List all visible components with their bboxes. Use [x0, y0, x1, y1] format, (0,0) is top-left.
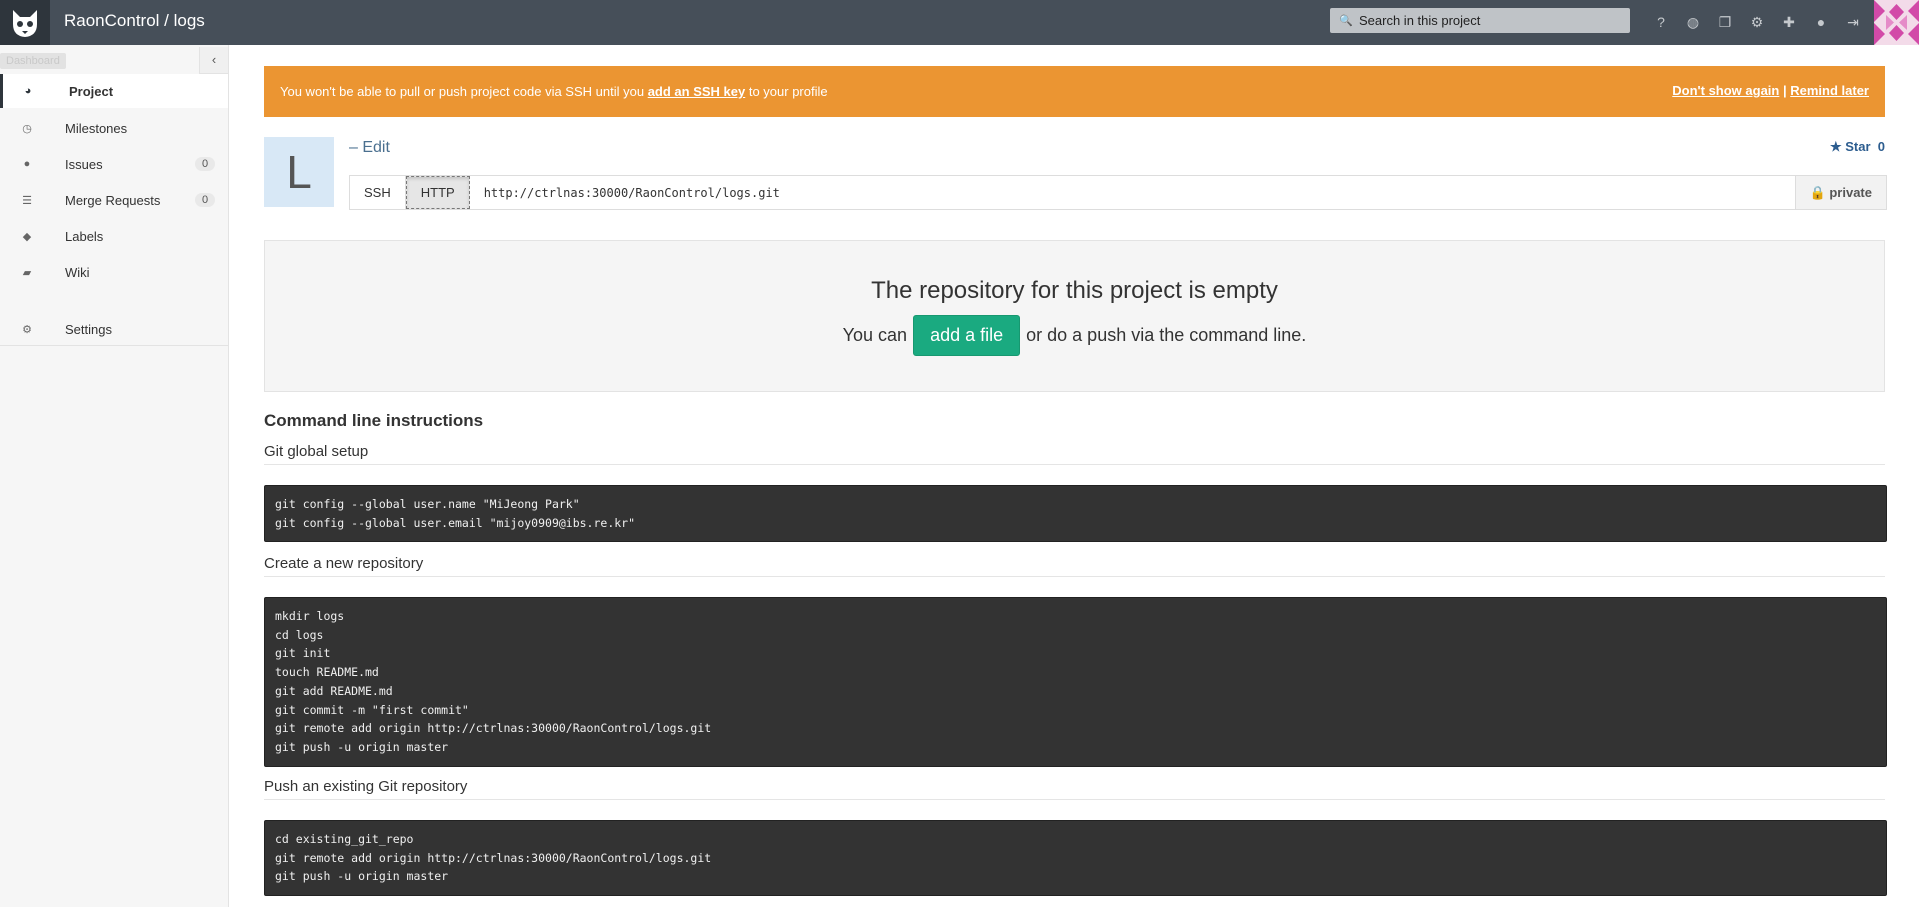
http-button[interactable]: HTTP: [405, 176, 470, 209]
identicon-icon: [1874, 0, 1919, 45]
section-heading: Push an existing Git repository: [264, 778, 1885, 800]
star-icon: ★: [1829, 139, 1842, 154]
dashboard-icon: ◕: [24, 85, 32, 97]
code-block-new-repo[interactable]: mkdir logs cd logs git init touch README…: [264, 597, 1887, 767]
star-count: 0: [1877, 139, 1885, 154]
alert-text-after: to your profile: [745, 84, 828, 99]
chevron-left-icon: ‹: [211, 52, 217, 67]
star-button[interactable]: ★ Star 0: [1830, 139, 1885, 155]
instructions-title: Command line instructions: [264, 411, 484, 430]
top-header: RaonControl / logs 🔍 ? ◍ ❐ ⚙ ✚ ● ⇥: [0, 0, 1919, 45]
ssh-key-alert: You won't be able to pull or push projec…: [264, 66, 1885, 117]
empty-text-before: You can: [842, 325, 908, 345]
empty-text-after: or do a push via the command line.: [1026, 325, 1307, 345]
sidebar-item-label: Labels: [65, 228, 104, 244]
tooltip-dashboard: Dashboard: [0, 53, 66, 69]
copy-icon[interactable]: ❐: [1709, 12, 1741, 32]
code-block-global-setup[interactable]: git config --global user.name "MiJeong P…: [264, 485, 1887, 543]
remind-later-link[interactable]: Remind later: [1790, 83, 1869, 98]
visibility-badge: 🔒 private: [1794, 176, 1886, 209]
dont-show-again-link[interactable]: Don't show again: [1672, 83, 1779, 98]
book-icon: ▰: [22, 266, 32, 279]
add-ssh-key-link[interactable]: add an SSH key: [648, 84, 746, 99]
lock-icon: 🔒: [1809, 184, 1826, 200]
sidebar-item-merge-requests[interactable]: ☰ Merge Requests 0: [0, 183, 228, 217]
plus-icon[interactable]: ✚: [1773, 12, 1805, 32]
user-icon[interactable]: ●: [1805, 12, 1837, 32]
visibility-label: private: [1829, 185, 1872, 200]
ssh-button[interactable]: SSH: [350, 176, 406, 209]
sidebar: Dashboard ‹ ◕ Project ◷ Milestones ● Iss…: [0, 45, 229, 907]
sidebar-item-labels[interactable]: ◆ Labels: [0, 219, 228, 253]
alert-separator: |: [1782, 83, 1787, 98]
search-input[interactable]: [1357, 12, 1611, 29]
search-box[interactable]: 🔍: [1330, 8, 1630, 33]
globe-icon[interactable]: ◍: [1677, 12, 1709, 32]
project-avatar: L: [264, 137, 334, 207]
sidebar-item-label: Merge Requests: [65, 192, 161, 208]
sidebar-item-wiki[interactable]: ▰ Wiki: [0, 255, 228, 289]
sidebar-item-project[interactable]: ◕ Project: [0, 74, 228, 108]
sidebar-item-label: Issues: [65, 156, 103, 172]
search-icon: 🔍: [1339, 15, 1353, 27]
sign-out-icon[interactable]: ⇥: [1837, 12, 1869, 32]
page-title[interactable]: RaonControl / logs: [64, 11, 205, 31]
alert-text-before: You won't be able to pull or push projec…: [280, 84, 648, 99]
tags-icon: ◆: [22, 230, 32, 243]
tasks-icon: ☰: [22, 194, 32, 207]
sidebar-item-label: Milestones: [65, 120, 128, 136]
edit-project-link[interactable]: – Edit: [349, 139, 390, 157]
sidebar-item-label: Wiki: [65, 264, 90, 280]
section-heading: Git global setup: [264, 443, 1885, 465]
exclamation-circle-icon: ●: [23, 158, 31, 170]
star-label: Star: [1845, 139, 1871, 154]
issues-count-badge: 0: [195, 157, 216, 171]
sidebar-item-settings[interactable]: ⚙ Settings: [0, 312, 228, 346]
help-icon[interactable]: ?: [1645, 12, 1677, 32]
clone-panel: SSH HTTP 🔒 private: [349, 175, 1887, 210]
sidebar-item-issues[interactable]: ● Issues 0: [0, 147, 228, 181]
gitlab-logo[interactable]: [0, 0, 50, 45]
merge-requests-count-badge: 0: [195, 193, 216, 207]
fox-logo-icon: [13, 9, 37, 37]
empty-repo-panel: The repository for this project is empty…: [264, 240, 1885, 392]
code-block-existing-repo[interactable]: cd existing_git_repo git remote add orig…: [264, 820, 1887, 897]
collapse-sidebar-button[interactable]: ‹: [199, 47, 228, 74]
sidebar-item-label: Settings: [65, 321, 112, 337]
user-avatar[interactable]: [1874, 0, 1919, 45]
empty-repo-title: The repository for this project is empty: [871, 277, 1278, 304]
sidebar-item-milestones[interactable]: ◷ Milestones: [0, 111, 228, 145]
cogs-icon: ⚙: [22, 323, 32, 336]
clock-icon: ◷: [22, 122, 32, 135]
sidebar-item-label: Project: [69, 83, 114, 99]
add-file-button[interactable]: add a file: [913, 315, 1021, 356]
section-heading: Create a new repository: [264, 555, 1885, 577]
gears-icon[interactable]: ⚙: [1741, 12, 1773, 32]
clone-url-input[interactable]: [469, 176, 1795, 209]
